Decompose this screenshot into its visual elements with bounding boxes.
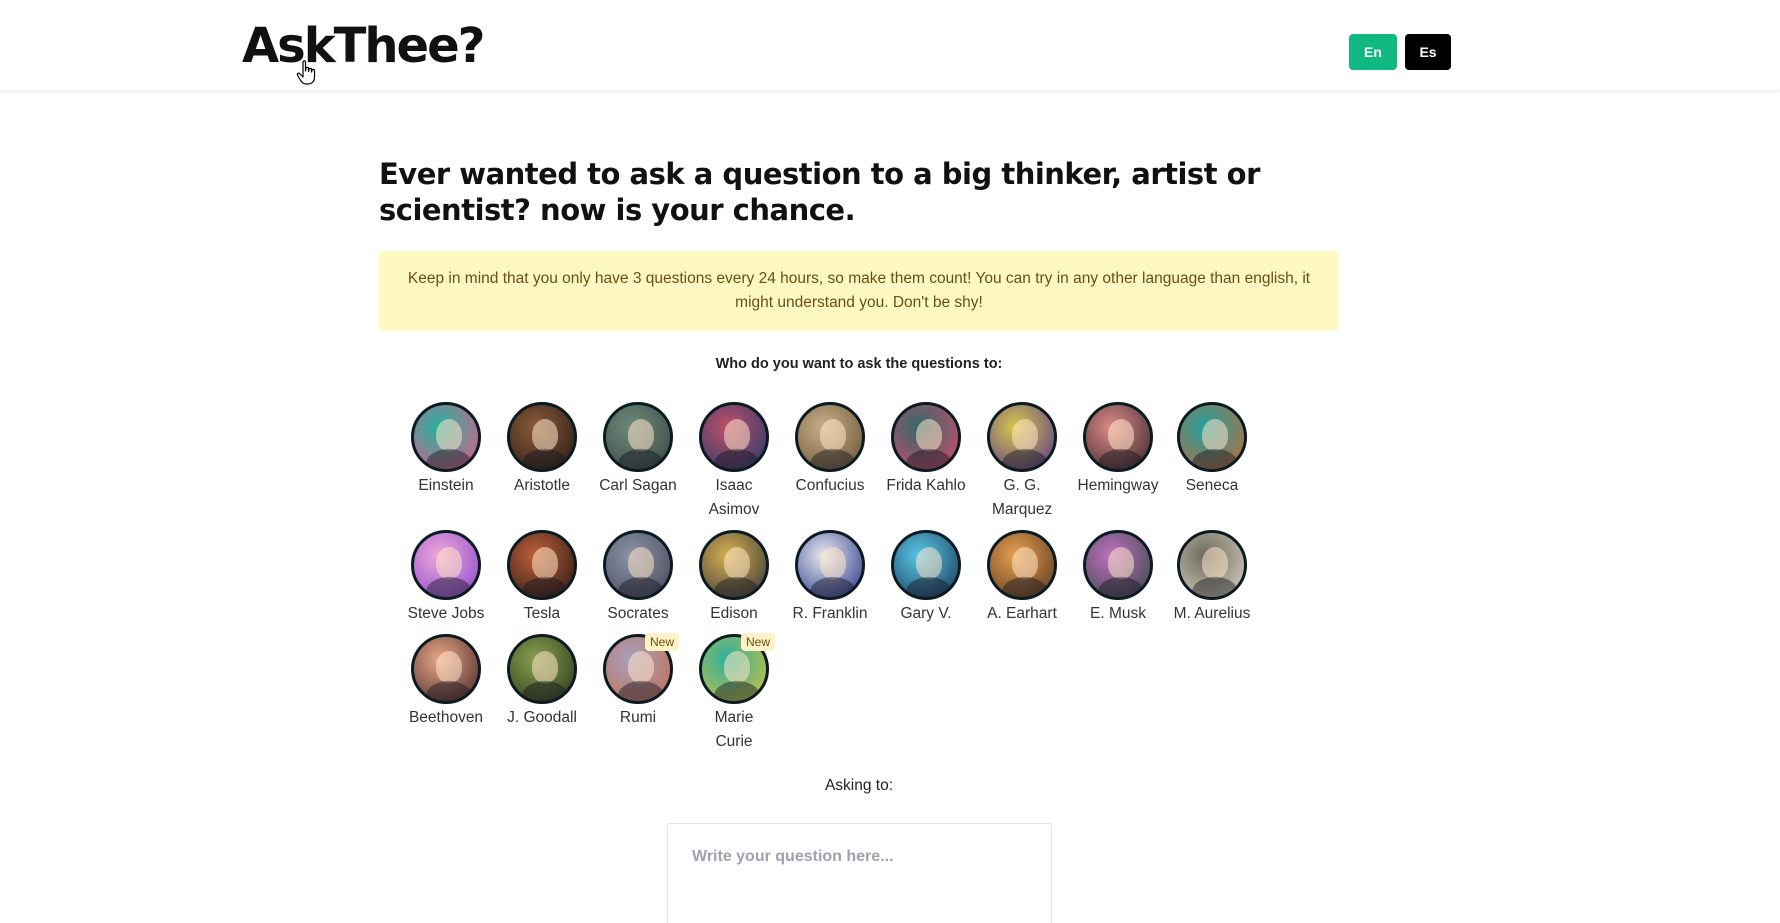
- person-avatar: [1083, 402, 1153, 472]
- person-option-confucius[interactable]: Confucius: [782, 402, 878, 498]
- person-name: Einstein: [418, 477, 474, 494]
- person-name: Tesla: [523, 605, 561, 622]
- person-avatar: [795, 402, 865, 472]
- person-name: Carl Sagan: [599, 477, 677, 494]
- person-option-edison[interactable]: Edison: [686, 530, 782, 626]
- person-avatar: [891, 402, 961, 472]
- person-avatar: [411, 402, 481, 472]
- person-option-aristotle[interactable]: Aristotle: [494, 402, 590, 498]
- person-avatar: [603, 402, 673, 472]
- person-option-beethoven[interactable]: Beethoven: [398, 634, 494, 730]
- app-logo[interactable]: AskThee?: [242, 18, 486, 74]
- person-name: Seneca: [1185, 477, 1239, 494]
- person-name: Aristotle: [514, 477, 570, 494]
- person-avatar: [891, 530, 961, 600]
- person-name: A. Earhart: [987, 605, 1057, 622]
- person-avatar: [411, 634, 481, 704]
- person-name: Hemingway: [1077, 477, 1159, 494]
- person-name: Beethoven: [408, 709, 484, 726]
- person-avatar: [507, 530, 577, 600]
- person-option-tesla[interactable]: Tesla: [494, 530, 590, 626]
- quota-notice: Keep in mind that you only have 3 questi…: [379, 251, 1339, 331]
- quota-notice-text: Keep in mind that you only have 3 questi…: [407, 270, 1311, 311]
- person-avatar: [603, 530, 673, 600]
- person-option-carl-sagan[interactable]: Carl Sagan: [590, 402, 686, 498]
- choose-person-prompt: Who do you want to ask the questions to:: [715, 356, 1003, 372]
- person-option-rumi[interactable]: New Rumi: [590, 633, 686, 730]
- person-name: Frida Kahlo: [886, 477, 966, 494]
- person-option-frida-kahlo[interactable]: Frida Kahlo: [878, 402, 974, 498]
- person-option-a-earhart[interactable]: A. Earhart: [974, 530, 1070, 626]
- person-option-isaac-asimov[interactable]: Isaac Asimov: [686, 402, 782, 522]
- top-navbar: AskThee? En Es: [0, 0, 1780, 90]
- person-avatar: [699, 402, 769, 472]
- person-name: G. G. Marquez: [992, 477, 1053, 518]
- person-avatar: [411, 530, 481, 600]
- person-option-j-goodall[interactable]: J. Goodall: [494, 634, 590, 730]
- person-avatar: [987, 402, 1057, 472]
- person-option-g-g-marquez[interactable]: G. G. Marquez: [974, 402, 1070, 522]
- person-option-einstein[interactable]: Einstein: [398, 402, 494, 498]
- person-option-steve-jobs[interactable]: Steve Jobs: [398, 530, 494, 626]
- person-name: Rumi: [619, 709, 657, 726]
- person-name: Isaac Asimov: [708, 477, 760, 518]
- person-avatar: [507, 634, 577, 704]
- person-option-m-aurelius[interactable]: M. Aurelius: [1164, 530, 1260, 626]
- person-option-r-franklin[interactable]: R. Franklin: [782, 530, 878, 626]
- person-option-seneca[interactable]: Seneca: [1164, 402, 1260, 498]
- person-avatar: [699, 530, 769, 600]
- person-name: Socrates: [607, 605, 669, 622]
- hand-cursor-icon: [296, 60, 316, 85]
- person-name: R. Franklin: [792, 605, 868, 622]
- person-name: Steve Jobs: [407, 605, 485, 622]
- person-name: E. Musk: [1090, 605, 1146, 622]
- person-option-marie-curie[interactable]: New Marie Curie: [686, 633, 782, 754]
- person-avatar: [1177, 530, 1247, 600]
- person-avatar: [507, 402, 577, 472]
- person-name: Marie Curie: [714, 709, 754, 750]
- person-name: M. Aurelius: [1173, 605, 1251, 622]
- question-input[interactable]: [667, 823, 1052, 923]
- new-badge: New: [644, 633, 679, 651]
- person-name: Edison: [710, 605, 758, 622]
- person-avatar: [987, 530, 1057, 600]
- person-name: Gary V.: [900, 605, 952, 622]
- person-avatar: [1083, 530, 1153, 600]
- person-name: Confucius: [795, 477, 865, 494]
- language-en-button[interactable]: En: [1349, 34, 1397, 70]
- page-headline: Ever wanted to ask a question to a big t…: [379, 157, 1260, 227]
- person-avatar: [1177, 402, 1247, 472]
- person-option-hemingway[interactable]: Hemingway: [1070, 402, 1166, 498]
- language-es-button[interactable]: Es: [1405, 34, 1451, 70]
- person-option-socrates[interactable]: Socrates: [590, 530, 686, 626]
- person-avatar: [795, 530, 865, 600]
- person-option-e-musk[interactable]: E. Musk: [1070, 530, 1166, 626]
- asking-to-label: Asking to:: [824, 777, 894, 794]
- new-badge: New: [740, 633, 775, 651]
- person-name: J. Goodall: [507, 709, 577, 726]
- person-option-gary-v[interactable]: Gary V.: [878, 530, 974, 626]
